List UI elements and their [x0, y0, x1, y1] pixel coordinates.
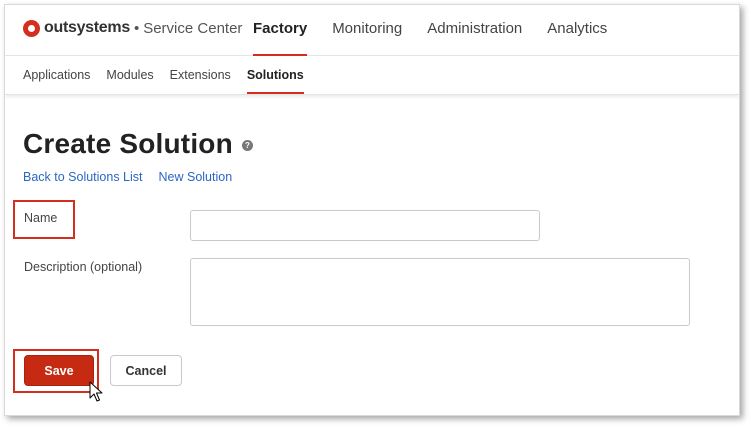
sub-navigation-bar: Applications Modules Extensions Solution…	[5, 56, 739, 95]
page-links: Back to Solutions List New Solution	[23, 170, 248, 184]
description-textarea[interactable]	[190, 258, 690, 326]
brand-name: outsystems	[44, 19, 130, 36]
product-name: Service Center	[143, 19, 243, 37]
nav-analytics[interactable]: Analytics	[547, 5, 607, 55]
sub-nav: Applications Modules Extensions Solution…	[23, 56, 320, 94]
main-nav: Factory Monitoring Administration Analyt…	[253, 5, 632, 56]
cancel-button[interactable]: Cancel	[110, 355, 182, 386]
tab-extensions[interactable]: Extensions	[170, 56, 231, 94]
nav-factory[interactable]: Factory	[253, 5, 308, 56]
top-navigation-bar: outsystems • Service Center Factory Moni…	[5, 5, 739, 56]
logo[interactable]: outsystems • Service Center	[23, 19, 242, 37]
service-center-window: outsystems • Service Center Factory Moni…	[4, 4, 740, 416]
page-title: Create Solution	[23, 128, 233, 159]
question-icon[interactable]: ?	[242, 140, 253, 151]
brand-separator: •	[133, 19, 140, 37]
tab-solutions[interactable]: Solutions	[246, 56, 304, 94]
description-label: Description (optional)	[24, 260, 143, 274]
name-input[interactable]	[190, 210, 540, 241]
tab-modules[interactable]: Modules	[106, 56, 153, 94]
save-button[interactable]: Save	[24, 355, 94, 386]
nav-monitoring[interactable]: Monitoring	[332, 5, 402, 55]
back-to-solutions-link[interactable]: Back to Solutions List	[23, 170, 143, 184]
nav-administration[interactable]: Administration	[427, 5, 522, 55]
tab-applications[interactable]: Applications	[23, 56, 90, 94]
mouse-pointer-icon	[89, 381, 103, 402]
outsystems-logo-icon	[23, 19, 40, 37]
new-solution-link[interactable]: New Solution	[159, 170, 233, 184]
name-label: Name	[24, 211, 58, 225]
